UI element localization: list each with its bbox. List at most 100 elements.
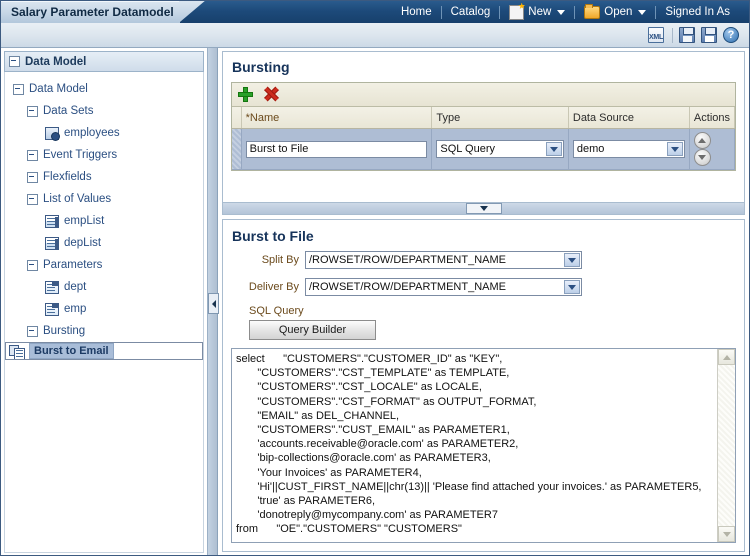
tree-item-dept[interactable]: dept [5, 276, 203, 298]
nav-signed-in-as-label: Signed In As [665, 6, 730, 18]
bursting-icon [9, 344, 25, 359]
chevron-down-icon[interactable] [564, 280, 580, 294]
tree-item-label: Bursting [43, 325, 86, 337]
table-header-name[interactable]: *Name [241, 107, 433, 129]
folder-icon [584, 3, 601, 19]
deliver-by-select[interactable]: /ROWSET/ROW/DEPARTMENT_NAME [305, 278, 582, 296]
expander-icon[interactable] [27, 149, 38, 161]
split-by-select[interactable]: /ROWSET/ROW/DEPARTMENT_NAME [305, 251, 582, 269]
horizontal-splitter-handle[interactable] [465, 203, 502, 214]
table-header-actions-label: Actions [693, 111, 730, 124]
data-model-tree: Data Model Data Sets employees Event Tri… [4, 72, 204, 553]
xml-icon-label: XML [649, 33, 663, 41]
bursting-section: Bursting *Name Type Data Source Actions … [222, 51, 745, 203]
parameter-icon [45, 302, 59, 316]
move-up-button[interactable] [693, 132, 711, 149]
splitter-collapse-handle[interactable] [208, 293, 219, 314]
global-nav: Home Catalog New Open Signed In As [392, 1, 749, 23]
tree-item-list-of-values[interactable]: List of Values [5, 188, 203, 210]
tree-item-data-model[interactable]: Data Model [5, 78, 203, 100]
xml-icon: XML [648, 26, 664, 43]
save-as-button[interactable] [701, 26, 719, 44]
burst-data-source-value: demo [576, 143, 605, 155]
content-area: Bursting *Name Type Data Source Actions … [218, 48, 749, 555]
cell-data-source: demo [568, 128, 690, 170]
tree-item-flexfields[interactable]: Flexfields [5, 166, 203, 188]
save-as-icon [701, 26, 717, 43]
tree-item-parameters[interactable]: Parameters [5, 254, 203, 276]
sql-query-label: SQL Query [249, 305, 304, 317]
nav-catalog-label: Catalog [450, 6, 491, 18]
horizontal-splitter[interactable] [222, 203, 745, 215]
tree-item-label: depList [64, 237, 102, 249]
bursting-table-toolbar [232, 83, 735, 107]
sql-query-text[interactable]: select "CUSTOMERS"."CUSTOMER_ID" as "KEY… [232, 349, 717, 542]
tree-item-label: Burst to Email [29, 343, 114, 359]
nav-new[interactable]: New [500, 1, 574, 23]
table-header-actions[interactable]: Actions [689, 107, 736, 129]
split-by-label: Split By [261, 254, 299, 266]
split-by-field: /ROWSET/ROW/DEPARTMENT_NAME [305, 251, 582, 269]
tree-item-burst-to-email[interactable]: Burst to Email [5, 342, 203, 360]
expander-icon[interactable] [27, 259, 38, 271]
expander-icon[interactable] [27, 193, 38, 205]
nav-catalog[interactable]: Catalog [442, 1, 500, 23]
main-body: Data Model Data Model Data Sets employee… [1, 48, 749, 555]
row-handle[interactable] [232, 128, 242, 170]
sql-vertical-scrollbar[interactable] [717, 349, 735, 542]
help-button[interactable]: ? [723, 26, 741, 44]
sql-query-editor[interactable]: select "CUSTOMERS"."CUSTOMER_ID" as "KEY… [231, 348, 736, 543]
expander-icon[interactable] [27, 171, 38, 183]
tree-item-employees[interactable]: employees [5, 122, 203, 144]
query-builder-button-label: Query Builder [278, 324, 347, 336]
burst-data-source-select[interactable]: demo [572, 140, 685, 158]
help-icon-label: ? [727, 28, 735, 41]
table-header-row: *Name Type Data Source Actions [232, 107, 736, 129]
scroll-up-button[interactable] [718, 349, 735, 365]
query-builder-button[interactable]: Query Builder [249, 320, 376, 340]
burst-name-input[interactable] [245, 140, 428, 158]
move-down-button[interactable] [693, 149, 711, 166]
burst-type-value: SQL Query [440, 143, 496, 155]
nav-home-label: Home [400, 6, 432, 18]
table-header-data-source-label: Data Source [572, 111, 635, 124]
expander-icon[interactable] [27, 325, 38, 337]
table-header-data-source[interactable]: Data Source [568, 107, 690, 129]
nav-signed-in-as[interactable]: Signed In As [656, 1, 739, 23]
nav-home[interactable]: Home [392, 1, 441, 23]
table-header-type[interactable]: Type [431, 107, 569, 129]
table-header-name-label: *Name [245, 111, 280, 124]
tree-item-label: emp [64, 303, 87, 315]
save-button[interactable] [679, 26, 697, 44]
tree-item-data-sets[interactable]: Data Sets [5, 100, 203, 122]
delete-icon[interactable] [263, 87, 278, 102]
document-toolbar: XML ? [1, 23, 749, 48]
vertical-splitter[interactable] [208, 48, 219, 555]
chevron-down-icon[interactable] [545, 142, 562, 156]
document-tab[interactable]: Salary Parameter Datamodel [1, 1, 180, 23]
chevron-down-icon[interactable] [564, 253, 580, 267]
scroll-down-button[interactable] [718, 526, 735, 542]
tree-item-emp[interactable]: emp [5, 298, 203, 320]
nav-open-label: Open [604, 6, 633, 18]
expander-icon[interactable] [13, 83, 24, 95]
collapse-icon[interactable] [9, 56, 20, 67]
nav-open[interactable]: Open [575, 1, 655, 23]
chevron-down-icon[interactable] [666, 142, 683, 156]
tree-item-emplist[interactable]: empList [5, 210, 203, 232]
tree-item-event-triggers[interactable]: Event Triggers [5, 144, 203, 166]
tree-item-label: Event Triggers [43, 149, 118, 161]
scroll-track[interactable] [718, 365, 735, 526]
add-icon[interactable] [238, 87, 253, 102]
burst-type-select[interactable]: SQL Query [436, 140, 564, 158]
tree-item-label: dept [64, 281, 87, 293]
tree-item-label: List of Values [43, 193, 112, 205]
table-row[interactable]: SQL Query demo [232, 128, 736, 170]
expander-icon[interactable] [27, 105, 38, 117]
help-icon: ? [723, 26, 739, 43]
list-of-values-icon [45, 214, 59, 228]
tree-item-bursting[interactable]: Bursting [5, 320, 203, 342]
bursting-table: *Name Type Data Source Actions Burst to … [232, 107, 736, 170]
tree-item-deplist[interactable]: depList [5, 232, 203, 254]
view-xml-sample-button[interactable]: XML [648, 26, 666, 44]
